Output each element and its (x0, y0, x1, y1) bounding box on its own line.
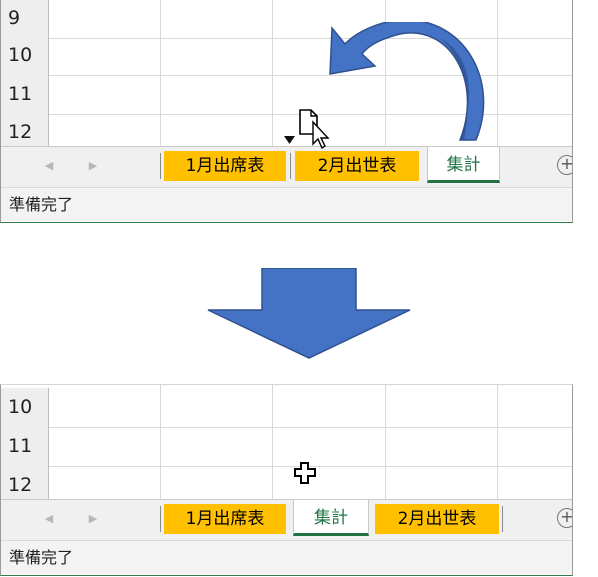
tab-scroll-right-button[interactable]: ▶ (83, 509, 103, 529)
sheet-tab-summary[interactable]: 集計 (427, 147, 500, 183)
sheet-tab-feb-attendance[interactable]: 2月出世表 (375, 504, 499, 534)
row-header[interactable]: 10 (1, 388, 49, 427)
tab-separator (160, 153, 161, 179)
sheet-tab-jan-attendance[interactable]: 1月出席表 (164, 151, 286, 181)
grid-row[interactable]: 11 (1, 427, 572, 467)
grid-row[interactable]: 10 (1, 388, 572, 428)
column-gridline (160, 0, 161, 146)
drop-caret-icon (284, 136, 295, 144)
worksheet-grid[interactable]: 10 11 12 (1, 385, 572, 505)
column-gridline (272, 0, 273, 146)
tab-scroll-left-button[interactable]: ◀ (39, 156, 59, 176)
row-header[interactable]: 10 (1, 36, 49, 75)
row-header[interactable]: 11 (1, 427, 49, 466)
row-header[interactable]: 9 (1, 0, 49, 38)
curved-move-arrow-icon (329, 22, 485, 141)
column-gridline (385, 385, 386, 499)
tab-scroll-right-button[interactable]: ▶ (83, 156, 103, 176)
status-bar: 準備完了 (1, 188, 572, 221)
excel-after-panel: 10 11 12 ◀ ▶ 1月出席表 集計 2月出世表 + 準備完了 (0, 384, 573, 576)
sheet-tab-summary[interactable]: 集計 (293, 500, 369, 536)
sheet-tab-bar: ◀ ▶ 1月出席表 集計 2月出世表 + (1, 499, 572, 541)
column-gridline (497, 385, 498, 499)
sheet-tab-bar: ◀ ▶ 1月出席表 2月出世表 集計 + (1, 146, 572, 188)
tab-scroll-left-button[interactable]: ◀ (39, 509, 59, 529)
column-gridline (497, 0, 498, 146)
sheet-tab-feb-attendance[interactable]: 2月出世表 (295, 151, 419, 181)
add-sheet-button[interactable]: + (557, 508, 572, 528)
add-sheet-button[interactable]: + (557, 155, 572, 175)
move-cross-cursor-icon (294, 462, 316, 484)
tab-separator (290, 153, 291, 179)
sheet-tab-jan-attendance[interactable]: 1月出席表 (164, 504, 286, 534)
tab-separator (502, 506, 503, 532)
down-transition-arrow-icon (207, 268, 411, 359)
tab-separator (160, 506, 161, 532)
column-gridline (272, 385, 273, 499)
row-header[interactable]: 11 (1, 75, 49, 114)
status-bar: 準備完了 (1, 541, 572, 574)
column-gridline (160, 385, 161, 499)
